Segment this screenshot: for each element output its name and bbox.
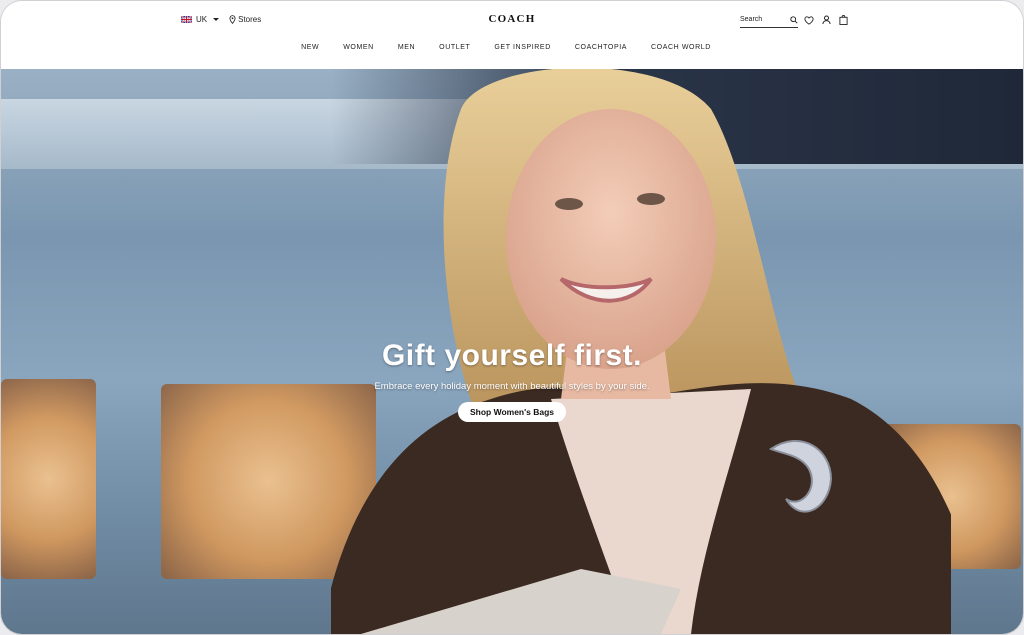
hero-copy: Gift yourself first. Embrace every holid… [1,339,1023,422]
nav-item-women[interactable]: WOMEN [343,44,374,51]
shop-womens-bags-button[interactable]: Shop Women's Bags [457,402,567,422]
search-placeholder: Search [740,16,763,23]
shopping-bag-icon[interactable] [838,15,848,25]
wishlist-heart-icon[interactable] [804,15,814,25]
nav-item-men[interactable]: MEN [398,44,415,51]
search-input[interactable]: Search [740,15,798,28]
browser-frame: UK Stores COACH Search NEW WOMEN MEN OUT… [0,0,1024,635]
account-icon[interactable] [821,15,831,25]
nav-item-coachtopia[interactable]: COACHTOPIA [575,44,627,51]
nav-item-outlet[interactable]: OUTLET [439,44,470,51]
nav-item-new[interactable]: NEW [301,44,319,51]
site-header: UK Stores COACH Search NEW WOMEN MEN OUT… [1,1,1023,69]
hero-subtitle: Embrace every holiday moment with beauti… [374,381,650,392]
nav-item-get-inspired[interactable]: GET INSPIRED [494,44,550,51]
hero-banner[interactable]: Gift yourself first. Embrace every holid… [1,69,1023,634]
search-icon[interactable] [790,16,798,24]
coach-logo[interactable]: COACH [1,13,1023,25]
header-icons [804,15,848,25]
hero-title: Gift yourself first. [381,339,643,372]
main-navigation: NEW WOMEN MEN OUTLET GET INSPIRED COACHT… [1,44,1023,51]
nav-item-coach-world[interactable]: COACH WORLD [651,44,711,51]
